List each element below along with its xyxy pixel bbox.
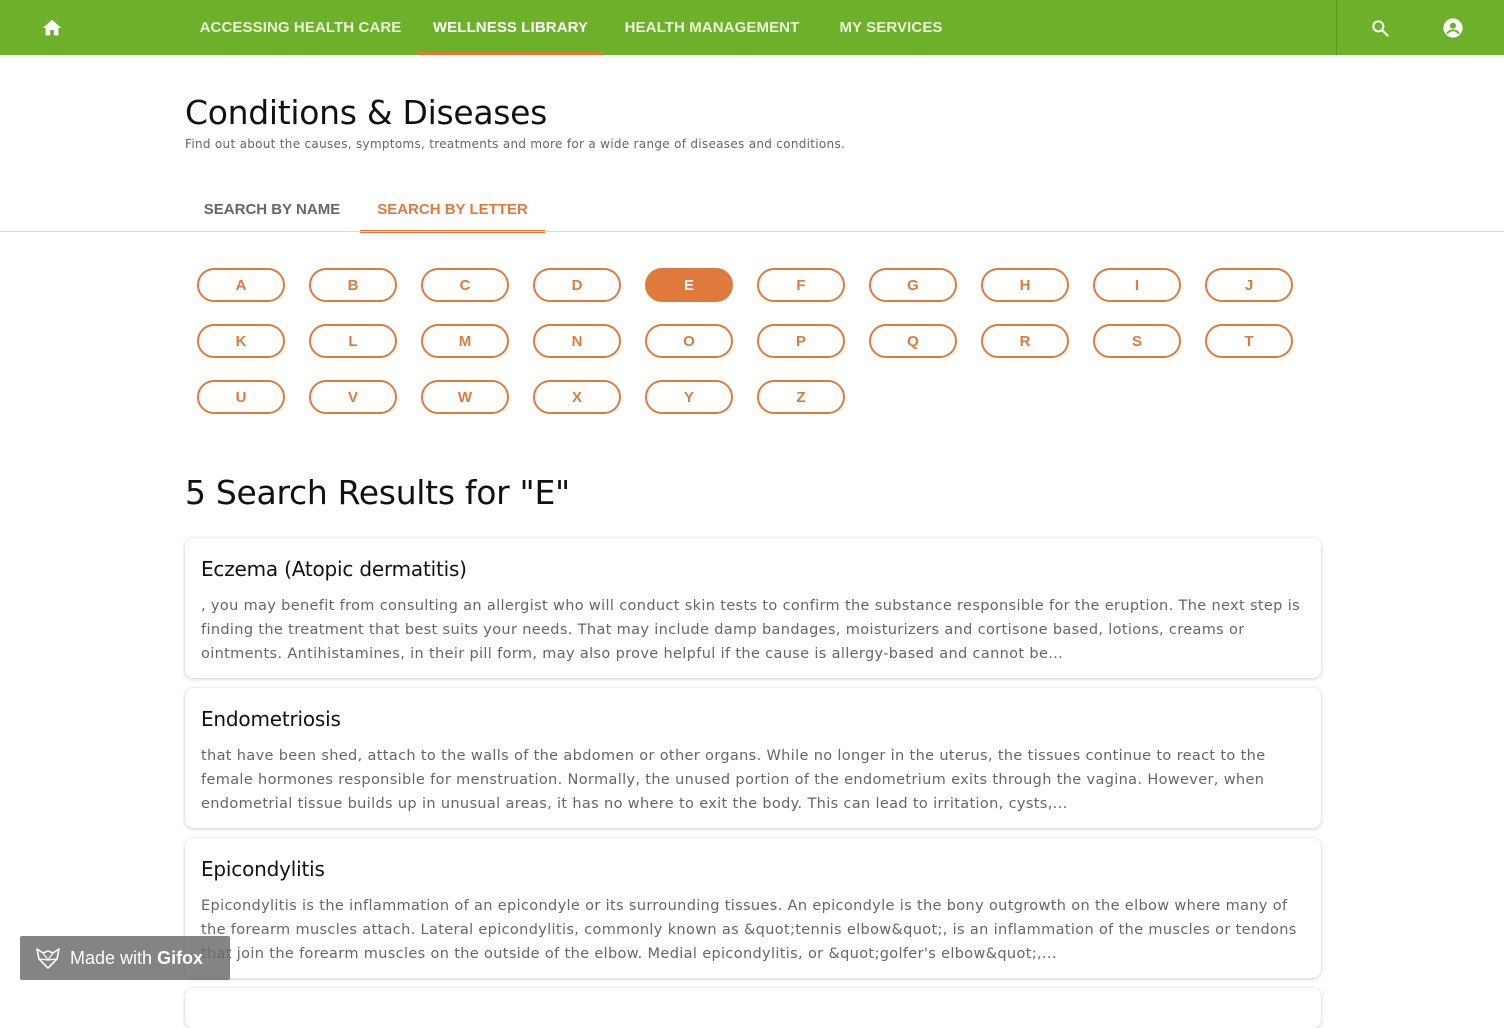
gifox-watermark: Made with Gifox <box>20 936 230 980</box>
letter-button-o[interactable]: O <box>645 324 733 358</box>
letter-button-p[interactable]: P <box>757 324 845 358</box>
letter-button-g[interactable]: G <box>869 268 957 302</box>
letter-button-z[interactable]: Z <box>757 380 845 414</box>
letter-button-y[interactable]: Y <box>645 380 733 414</box>
letter-button-l[interactable]: L <box>309 324 397 358</box>
page-subtitle: Find out about the causes, symptoms, tre… <box>185 137 846 151</box>
result-title[interactable]: Epicondylitis <box>201 854 1305 884</box>
letter-button-h[interactable]: H <box>981 268 1069 302</box>
search-icon <box>1372 19 1389 37</box>
letter-picker: ABCDEFGHIJ KLMNOPQRST UVWXYZ <box>197 268 1317 414</box>
result-excerpt: that have been shed, attach to the walls… <box>201 748 1266 812</box>
home-icon <box>42 19 62 35</box>
letter-button-e[interactable]: E <box>645 268 733 302</box>
result-title[interactable]: Eczema (Atopic dermatitis) <box>201 554 1305 584</box>
results-heading: 5 Search Results for "E" <box>185 473 570 512</box>
result-card[interactable]: Epicondylitis Epicondylitis is the infla… <box>185 838 1321 978</box>
letter-button-d[interactable]: D <box>533 268 621 302</box>
result-card[interactable]: Endometriosis that have been shed, attac… <box>185 688 1321 828</box>
letter-button-j[interactable]: J <box>1205 268 1293 302</box>
letter-button-t[interactable]: T <box>1205 324 1293 358</box>
letter-button-q[interactable]: Q <box>869 324 957 358</box>
letter-button-s[interactable]: S <box>1093 324 1181 358</box>
letter-button-m[interactable]: M <box>421 324 509 358</box>
letter-button-u[interactable]: U <box>197 380 285 414</box>
account-circle-icon <box>1443 17 1463 38</box>
result-card[interactable] <box>185 988 1321 1028</box>
nav-divider <box>1336 0 1337 55</box>
letter-button-k[interactable]: K <box>197 324 285 358</box>
home-button[interactable] <box>30 0 74 55</box>
result-excerpt: , you may benefit from consulting an all… <box>201 598 1300 662</box>
tab-search-by-name[interactable]: SEARCH BY NAME <box>184 188 360 232</box>
result-excerpt: Epicondylitis is the inflammation of an … <box>201 898 1297 962</box>
letter-button-v[interactable]: V <box>309 380 397 414</box>
letter-button-n[interactable]: N <box>533 324 621 358</box>
account-button[interactable] <box>1431 0 1475 55</box>
letter-button-a[interactable]: A <box>197 268 285 302</box>
nav-health-management[interactable]: HEALTH MANAGEMENT <box>604 0 820 55</box>
fox-logo-icon <box>36 948 60 969</box>
nav-wellness-library[interactable]: WELLNESS LIBRARY <box>417 0 604 55</box>
nav-accessing-health-care[interactable]: ACCESSING HEALTH CARE <box>184 0 417 55</box>
watermark-prefix: Made with <box>70 947 153 968</box>
result-title[interactable]: Endometriosis <box>201 704 1305 734</box>
tabs-divider <box>0 231 1504 232</box>
result-card[interactable]: Eczema (Atopic dermatitis) , you may ben… <box>185 538 1321 678</box>
tab-search-by-letter[interactable]: SEARCH BY LETTER <box>360 188 545 233</box>
letter-button-r[interactable]: R <box>981 324 1069 358</box>
watermark-brand: Gifox <box>157 947 204 968</box>
search-button[interactable] <box>1358 0 1402 55</box>
letter-button-f[interactable]: F <box>757 268 845 302</box>
page-title: Conditions & Diseases <box>185 93 548 132</box>
watermark-text: Made with Gifox <box>70 948 203 969</box>
letter-button-b[interactable]: B <box>309 268 397 302</box>
letter-button-c[interactable]: C <box>421 268 509 302</box>
letter-button-x[interactable]: X <box>533 380 621 414</box>
nav-my-services[interactable]: MY SERVICES <box>820 0 962 55</box>
top-nav-bar: ACCESSING HEALTH CARE WELLNESS LIBRARY H… <box>0 0 1504 55</box>
letter-button-i[interactable]: I <box>1093 268 1181 302</box>
letter-button-w[interactable]: W <box>421 380 509 414</box>
